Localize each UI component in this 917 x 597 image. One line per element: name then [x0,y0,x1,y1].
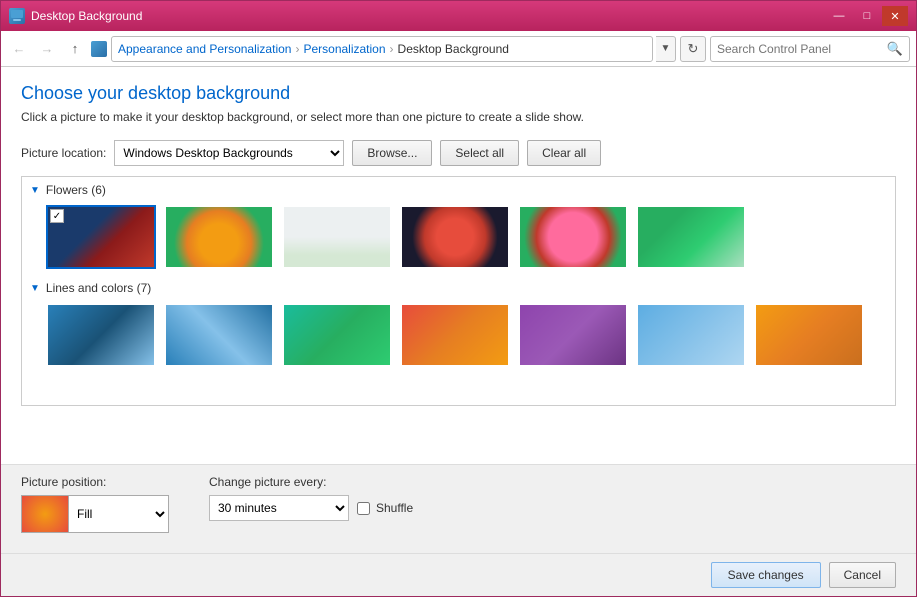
cancel-button[interactable]: Cancel [829,562,896,588]
thumbnail-l4[interactable] [400,303,510,367]
breadcrumb-current: Desktop Background [398,42,509,56]
change-every-label: Change picture every: [209,475,413,489]
thumbnail-l7[interactable] [754,303,864,367]
thumb-img-f2 [166,207,272,267]
category-flowers: ▼ Flowers (6) ✓ [22,177,895,275]
location-select[interactable]: Windows Desktop Backgrounds [114,140,344,166]
up-button[interactable]: ↑ [63,37,87,61]
action-bar: Save changes Cancel [1,553,916,596]
window: Desktop Background — □ ✕ ← → ↑ Appearanc… [0,0,917,597]
close-button[interactable]: ✕ [882,6,908,26]
forward-button[interactable]: → [35,37,59,61]
search-input[interactable] [717,42,887,56]
breadcrumb-appearance[interactable]: Appearance and Personalization [118,42,291,56]
shuffle-label[interactable]: Shuffle [376,501,413,515]
picture-location-row: Picture location: Windows Desktop Backgr… [21,140,896,166]
thumb-img-f3 [284,207,390,267]
category-flowers-header: ▼ Flowers (6) [30,183,887,197]
refresh-button[interactable]: ↻ [680,36,706,62]
thumbnail-f3[interactable] [282,205,392,269]
thumb-img-l2 [166,305,272,365]
lines-label: Lines and colors (7) [46,281,151,295]
lines-thumbnails [30,303,887,367]
search-box: 🔍 [710,36,910,62]
thumbnail-f1[interactable]: ✓ [46,205,156,269]
breadcrumb-dropdown[interactable]: ▼ [656,36,676,62]
window-icon [9,8,25,24]
title-bar: Desktop Background — □ ✕ [1,1,916,31]
thumbnail-f6[interactable] [636,205,746,269]
thumb-img-l4 [402,305,508,365]
window-controls: — □ ✕ [826,6,908,26]
address-bar: ← → ↑ Appearance and Personalization › P… [1,31,916,67]
flowers-thumbnails: ✓ [30,205,887,269]
page-title: Choose your desktop background [21,83,896,104]
position-preview [21,495,69,533]
thumbnail-f4[interactable] [400,205,510,269]
window-title: Desktop Background [31,9,142,23]
position-label: Picture position: [21,475,169,489]
flowers-collapse-icon[interactable]: ▼ [30,185,40,196]
thumbnail-l6[interactable] [636,303,746,367]
thumb-img-l1 [48,305,154,365]
thumbnail-f2[interactable] [164,205,274,269]
change-every-control-group: Change picture every: 10 seconds 30 seco… [209,475,413,521]
thumbnail-l3[interactable] [282,303,392,367]
title-bar-left: Desktop Background [9,8,142,24]
thumb-img-l7 [756,305,862,365]
location-label: Picture location: [21,146,106,160]
location-icon [91,41,107,57]
change-every-row: 10 seconds 30 seconds 1 minute 2 minutes… [209,495,413,521]
save-changes-button[interactable]: Save changes [711,562,821,588]
search-icon: 🔍 [887,41,903,57]
position-control-group: Picture position: Fill Fit Stretch Tile … [21,475,169,533]
picture-controls: Picture position: Fill Fit Stretch Tile … [21,475,896,533]
thumb-img-f6 [638,207,744,267]
lines-collapse-icon[interactable]: ▼ [30,283,40,294]
browse-button[interactable]: Browse... [352,140,432,166]
category-lines: ▼ Lines and colors (7) [22,275,895,373]
interval-select[interactable]: 10 seconds 30 seconds 1 minute 2 minutes… [209,495,349,521]
bottom-section: Picture position: Fill Fit Stretch Tile … [1,464,916,553]
clear-button[interactable]: Clear all [527,140,601,166]
thumb-img-l6 [638,305,744,365]
shuffle-checkbox[interactable] [357,502,370,515]
minimize-button[interactable]: — [826,6,852,26]
thumb-check-f1: ✓ [50,209,64,223]
maximize-button[interactable]: □ [854,6,880,26]
thumbnail-l2[interactable] [164,303,274,367]
breadcrumb: Appearance and Personalization › Persona… [111,36,653,62]
flowers-label: Flowers (6) [46,183,106,197]
thumb-img-f4 [402,207,508,267]
gallery-container[interactable]: ▼ Flowers (6) ✓ [21,176,896,406]
thumb-img-l5 [520,305,626,365]
shuffle-row: Shuffle [357,501,413,515]
back-button[interactable]: ← [7,37,31,61]
breadcrumb-personalization[interactable]: Personalization [303,42,385,56]
position-select[interactable]: Fill Fit Stretch Tile Center [69,495,169,533]
thumb-img-f5 [520,207,626,267]
subtitle: Click a picture to make it your desktop … [21,110,896,124]
thumbnail-f5[interactable] [518,205,628,269]
main-content: Choose your desktop background Click a p… [1,67,916,464]
thumb-img-l3 [284,305,390,365]
thumbnail-l5[interactable] [518,303,628,367]
thumbnail-l1[interactable] [46,303,156,367]
picture-position-row: Fill Fit Stretch Tile Center [21,495,169,533]
category-lines-header: ▼ Lines and colors (7) [30,281,887,295]
select-all-button[interactable]: Select all [440,140,519,166]
